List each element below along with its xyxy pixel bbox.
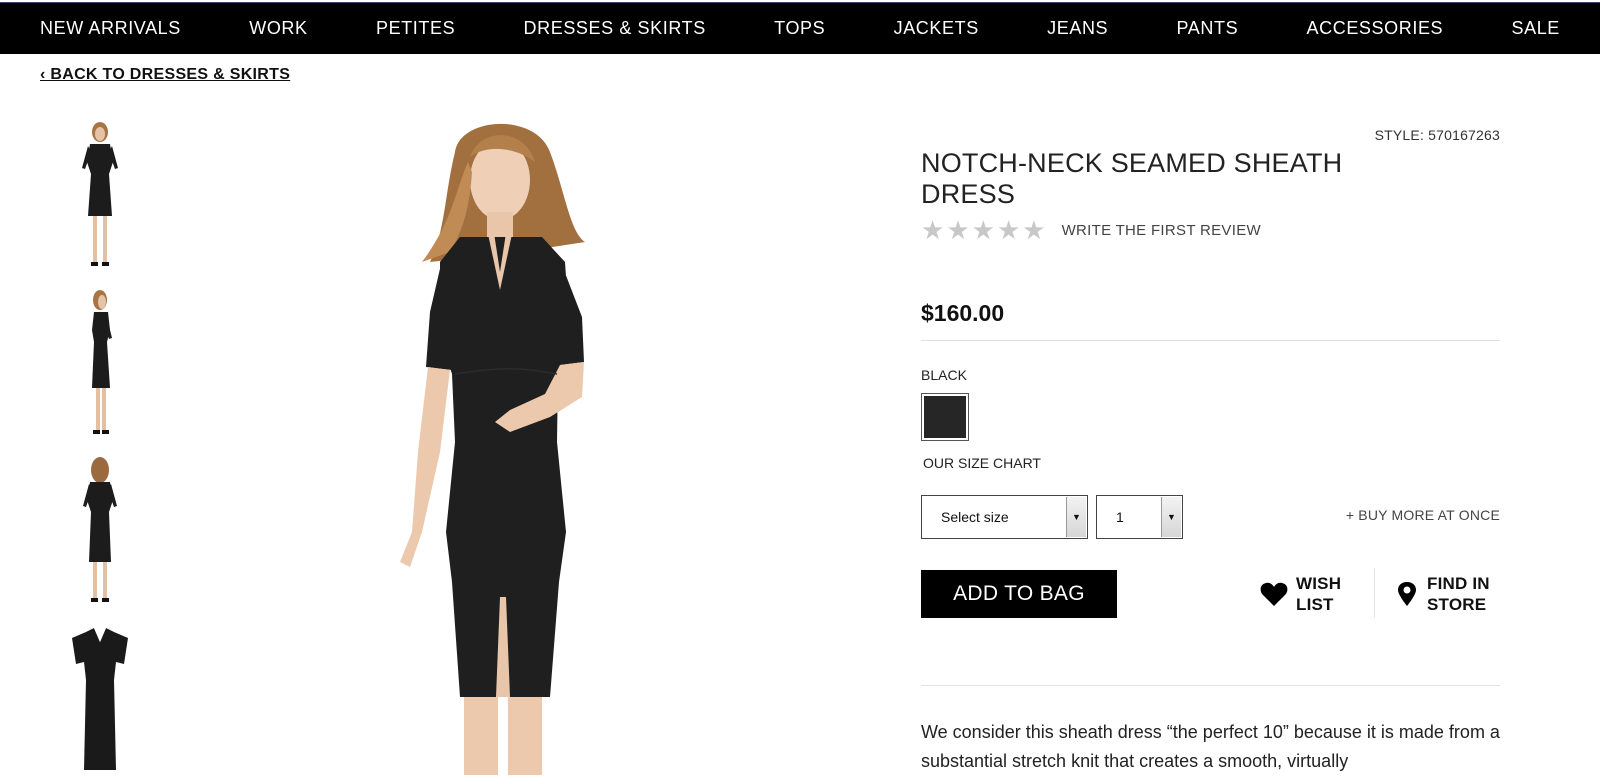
star-icon: ★	[971, 215, 995, 245]
buy-more-link[interactable]: + BUY MORE AT ONCE	[1346, 507, 1500, 523]
product-price: $160.00	[921, 300, 1005, 326]
location-pin-icon	[1398, 582, 1416, 606]
product-title: NOTCH-NECK SEAMED SHEATH DRESS	[921, 148, 1343, 209]
divider	[921, 685, 1500, 686]
nav-item-petites[interactable]: PETITES	[376, 18, 455, 39]
thumbnail-back[interactable]	[60, 452, 140, 608]
nav-item-sale[interactable]: SALE	[1511, 18, 1559, 39]
find-in-store-label-line2: STORE	[1427, 595, 1487, 614]
wish-list-label-line2: LIST	[1296, 595, 1334, 614]
nav-item-accessories[interactable]: ACCESSORIES	[1307, 18, 1444, 39]
wish-list-label: WISH LIST	[1296, 573, 1341, 615]
size-select[interactable]: Select size ▼	[921, 495, 1088, 539]
divider	[921, 340, 1500, 341]
top-nav: NEW ARRIVALS WORK PETITES DRESSES & SKIR…	[0, 2, 1600, 54]
rating-stars: ★ ★ ★ ★ ★	[921, 217, 1046, 243]
size-select-value: Select size	[941, 509, 1009, 525]
color-name: BLACK	[921, 367, 967, 383]
main-product-image[interactable]	[360, 112, 690, 775]
star-icon: ★	[996, 215, 1021, 245]
add-to-bag-button[interactable]: ADD TO BAG	[921, 570, 1117, 618]
find-in-store-label: FIND IN STORE	[1427, 573, 1490, 615]
back-to-category-link[interactable]: ‹ BACK TO DRESSES & SKIRTS	[40, 66, 290, 84]
size-chart-link[interactable]: OUR SIZE CHART	[923, 455, 1041, 471]
star-icon: ★	[921, 215, 945, 245]
nav-item-work[interactable]: WORK	[249, 18, 307, 39]
nav-item-dresses-skirts[interactable]: DRESSES & SKIRTS	[524, 18, 706, 39]
nav-item-pants[interactable]: PANTS	[1177, 18, 1239, 39]
nav-item-tops[interactable]: TOPS	[774, 18, 825, 39]
nav-item-new-arrivals[interactable]: NEW ARRIVALS	[40, 18, 181, 39]
chevron-down-icon: ▼	[1066, 497, 1086, 537]
style-code: STYLE: 570167263	[1374, 127, 1500, 143]
star-icon: ★	[1022, 215, 1046, 245]
write-review-link[interactable]: WRITE THE FIRST REVIEW	[1062, 222, 1261, 239]
swatch-fill	[924, 396, 966, 438]
rating-row: ★ ★ ★ ★ ★ WRITE THE FIRST REVIEW	[921, 217, 1261, 243]
thumbnail-flat[interactable]	[60, 620, 140, 776]
color-swatch-black[interactable]	[921, 393, 969, 441]
star-icon: ★	[946, 215, 970, 245]
thumbnail-side[interactable]	[60, 284, 140, 440]
nav-item-jackets[interactable]: JACKETS	[894, 18, 979, 39]
wish-list-label-line1: WISH	[1296, 574, 1342, 593]
quantity-select-value: 1	[1116, 509, 1124, 525]
action-separator	[1374, 568, 1375, 618]
find-in-store-button[interactable]: FIND IN STORE	[1397, 573, 1490, 615]
thumbnail-front[interactable]	[60, 116, 140, 272]
find-in-store-label-line1: FIND IN	[1427, 574, 1490, 593]
heart-icon	[1260, 582, 1288, 606]
quantity-select[interactable]: 1 ▼	[1096, 495, 1183, 539]
nav-item-jeans[interactable]: JEANS	[1047, 18, 1108, 39]
chevron-down-icon: ▼	[1161, 497, 1181, 537]
product-description: We consider this sheath dress “the perfe…	[921, 722, 1500, 771]
wish-list-button[interactable]: WISH LIST	[1260, 573, 1341, 615]
